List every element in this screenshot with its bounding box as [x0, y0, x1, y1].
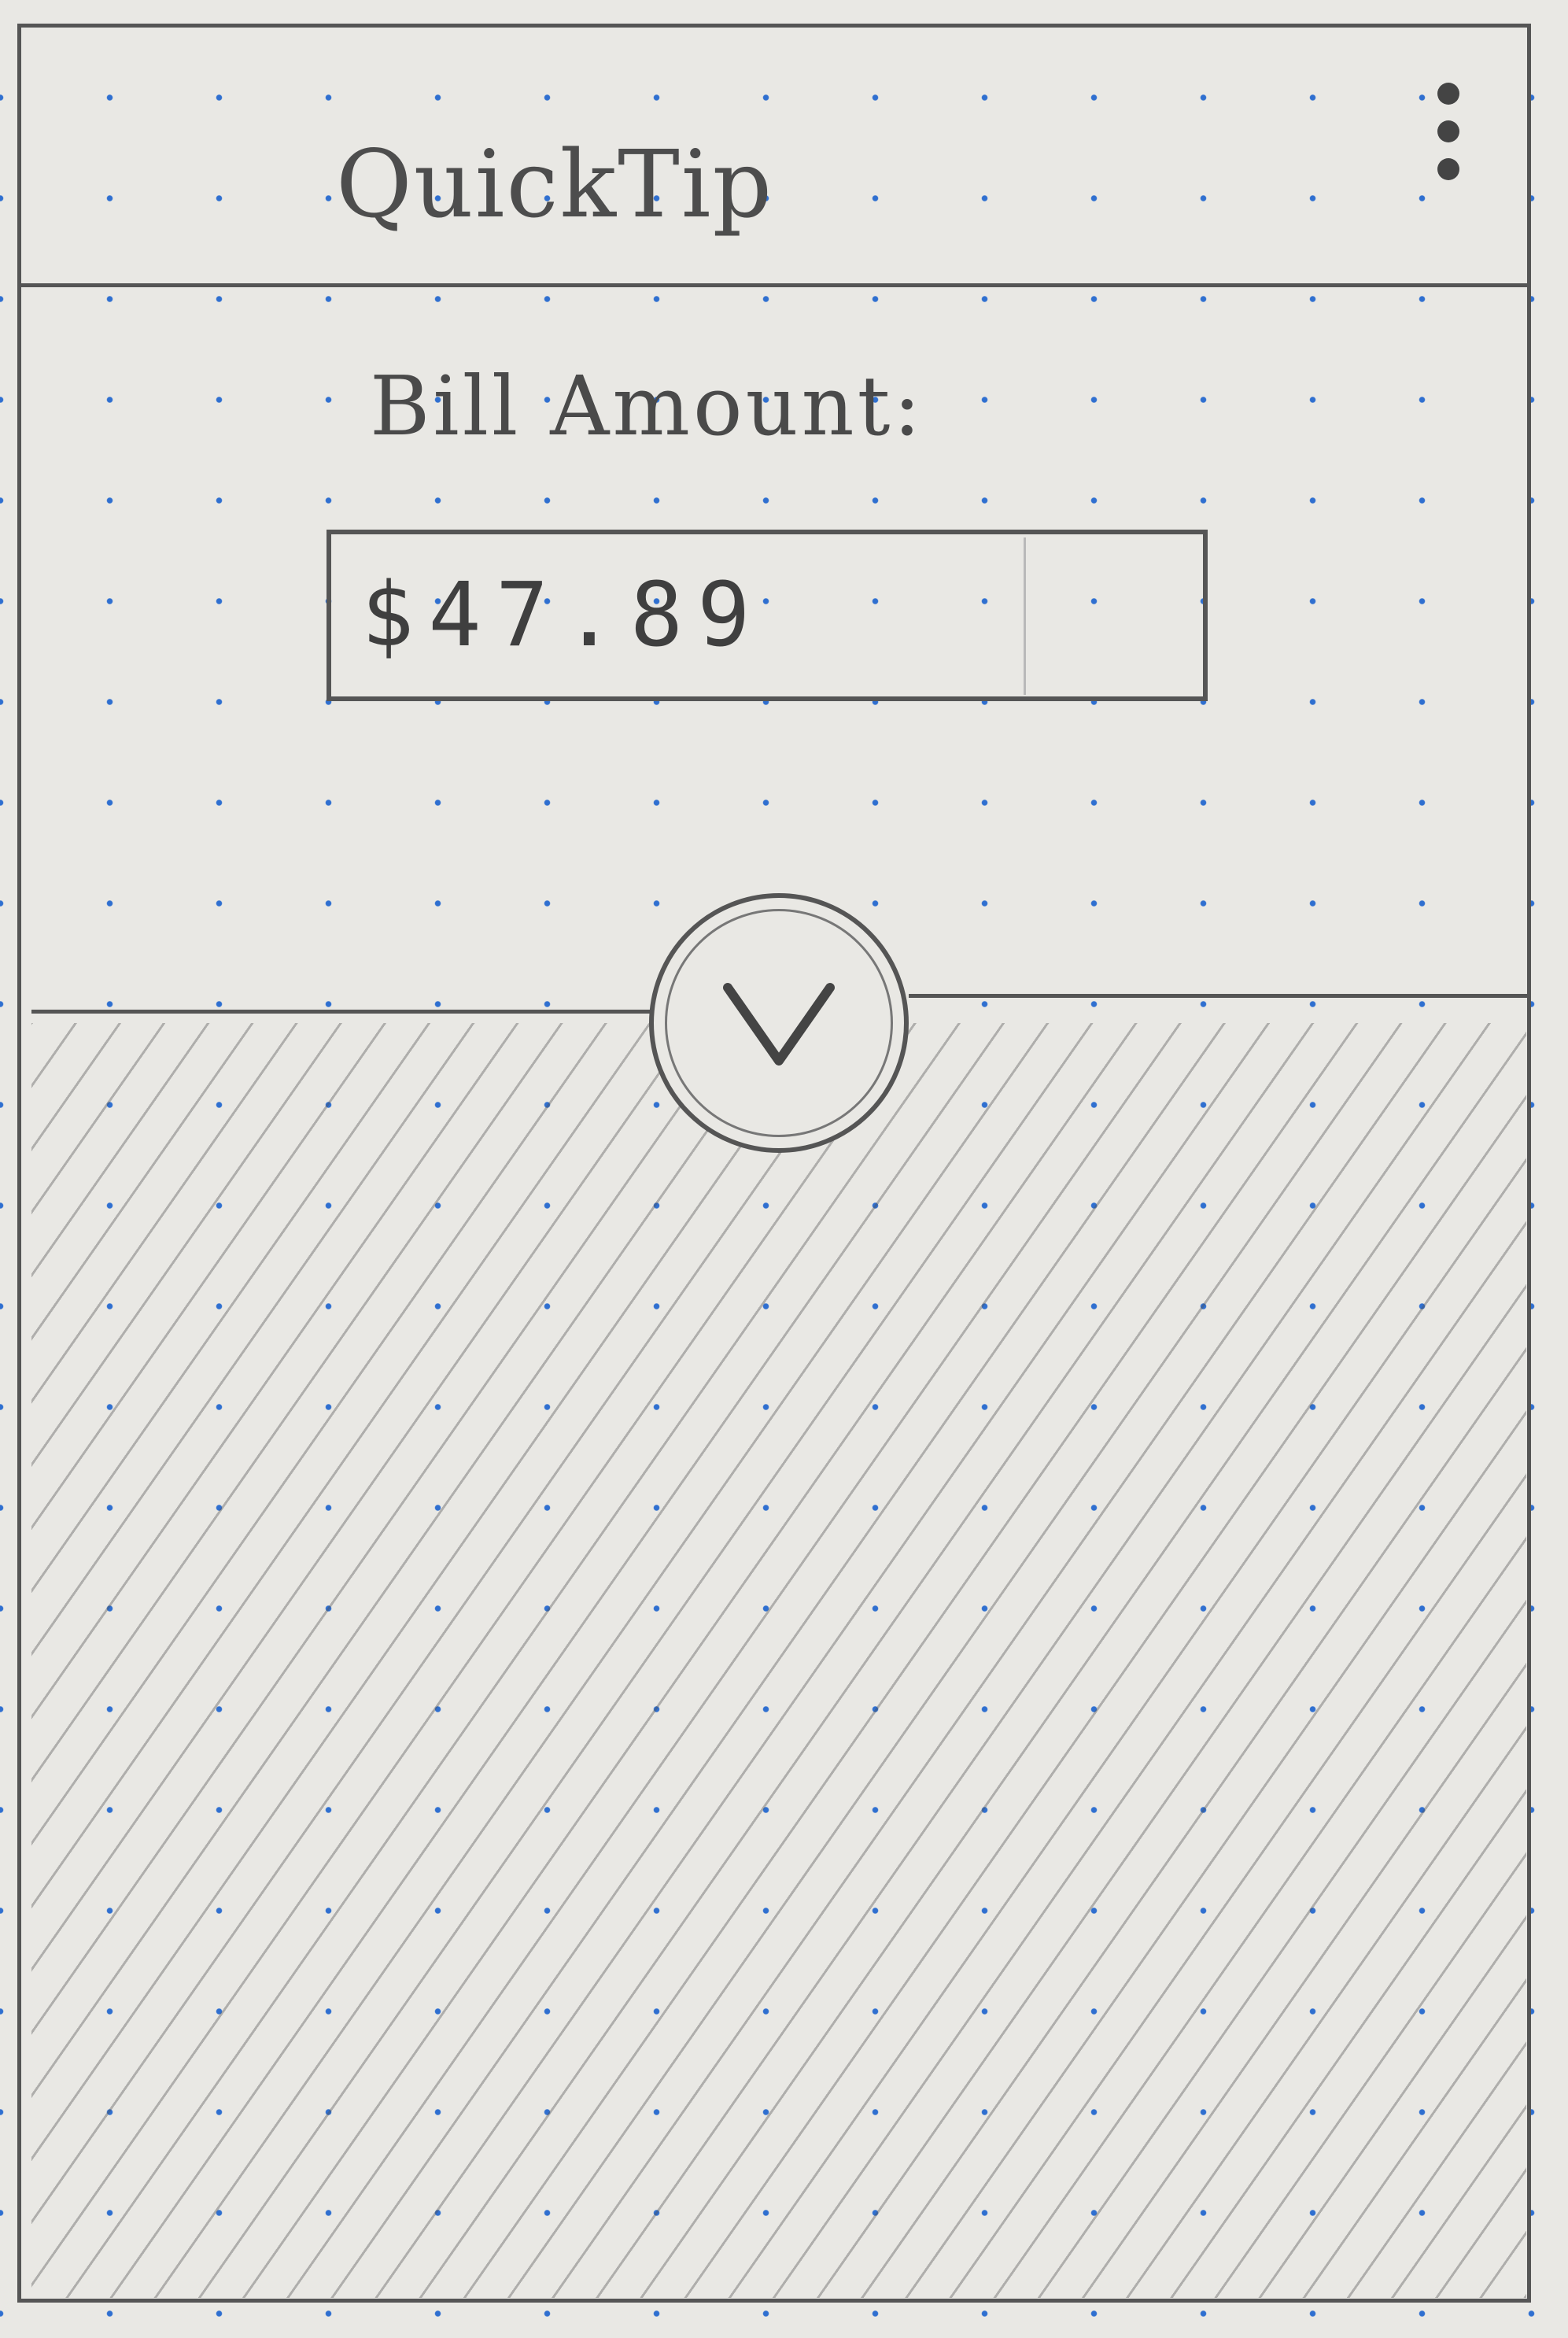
- section-divider-left: [31, 1010, 653, 1014]
- input-inner-divider: [1024, 537, 1026, 695]
- section-divider-right: [909, 994, 1530, 998]
- collapsed-results-panel: [31, 1023, 1526, 2298]
- app-title: QuickTip: [336, 130, 774, 238]
- menu-dot: [1437, 120, 1459, 142]
- menu-dot: [1437, 158, 1459, 180]
- app-bar: QuickTip: [21, 28, 1527, 287]
- expand-toggle-button[interactable]: [649, 893, 909, 1153]
- bill-amount-value: $47.89: [361, 564, 765, 667]
- bill-amount-label: Bill Amount:: [370, 358, 924, 454]
- menu-dot: [1437, 83, 1459, 105]
- bill-amount-input[interactable]: $47.89: [327, 530, 1208, 701]
- chevron-down-icon: [723, 983, 835, 1066]
- overflow-menu-icon[interactable]: [1433, 73, 1464, 207]
